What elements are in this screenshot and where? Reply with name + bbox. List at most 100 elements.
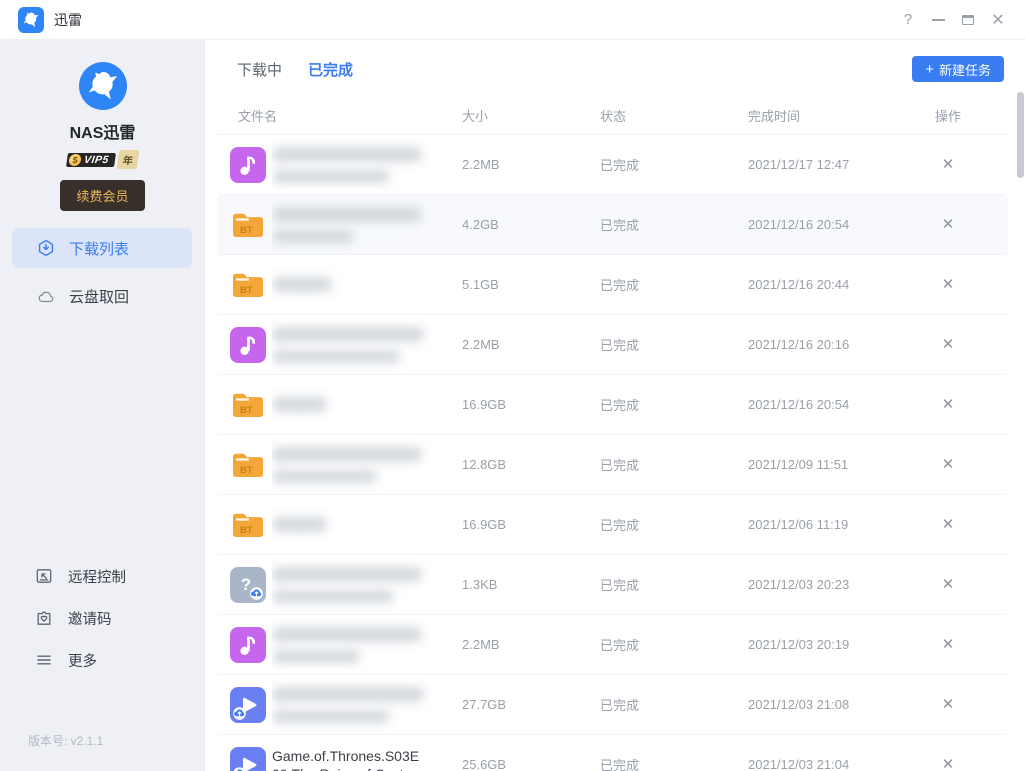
- delete-task-button[interactable]: ✕: [937, 574, 959, 596]
- file-size: 27.7GB: [462, 697, 600, 712]
- main-panel: 下载中 已完成 + 新建任务 文件名 大小 状态 完成时间 操作 2.2MB 已…: [205, 40, 1025, 771]
- vip-level: VIP5: [83, 154, 109, 166]
- invite-code-icon: [35, 609, 53, 627]
- delete-task-button[interactable]: ✕: [937, 634, 959, 656]
- file-size: 12.8GB: [462, 457, 600, 472]
- svg-text:?: ?: [241, 575, 251, 594]
- file-status: 已完成: [600, 635, 748, 654]
- sidebar-item-download-list[interactable]: 下载列表: [12, 228, 192, 268]
- file-status: 已完成: [600, 275, 748, 294]
- blurred-filename: [272, 687, 424, 702]
- tabs-row: 下载中 已完成 + 新建任务: [237, 55, 1004, 83]
- file-type-icon-cell: [230, 747, 266, 771]
- table-row[interactable]: 2.2MB 已完成 2021/12/16 20:16 ✕: [217, 315, 1008, 375]
- delete-task-button[interactable]: ✕: [937, 514, 959, 536]
- file-completed-time: 2021/12/06 11:19: [748, 517, 920, 532]
- file-name-cell: [272, 135, 462, 194]
- unknown-file-icon: ?: [230, 567, 266, 603]
- table-row[interactable]: 27.7GB 已完成 2021/12/03 21:08 ✕: [217, 675, 1008, 735]
- renew-membership-button[interactable]: 续费会员: [60, 180, 144, 211]
- help-icon[interactable]: ?: [893, 7, 923, 33]
- music-icon: [230, 327, 266, 363]
- delete-task-button[interactable]: ✕: [937, 154, 959, 176]
- music-icon: [230, 147, 266, 183]
- blurred-filename: [272, 327, 424, 342]
- bt-folder-icon: BT: [230, 447, 266, 483]
- file-name-cell: [272, 555, 462, 614]
- table-row[interactable]: BT 12.8GB 已完成 2021/12/09 11:51 ✕: [217, 435, 1008, 495]
- blurred-filename: [272, 447, 422, 462]
- sidebar: NAS迅雷 $ VIP5 年 续费会员 下载列表 云盘取回: [0, 40, 205, 771]
- file-status: 已完成: [600, 695, 748, 714]
- delete-task-button[interactable]: ✕: [937, 214, 959, 236]
- table-row[interactable]: BT 16.9GB 已完成 2021/12/16 20:54 ✕: [217, 375, 1008, 435]
- more-icon: [35, 651, 53, 669]
- svg-text:BT: BT: [240, 285, 253, 296]
- blurred-filename: [272, 710, 390, 723]
- sidebar-item-remote-control[interactable]: 远程控制: [0, 555, 205, 597]
- sidebar-item-label: 下载列表: [69, 238, 129, 259]
- sidebar-item-label: 邀请码: [68, 608, 112, 629]
- file-completed-time: 2021/12/16 20:44: [748, 277, 920, 292]
- table-row[interactable]: Game.of.Thrones.S03E09.The.Rains.of.Cast…: [217, 735, 1008, 771]
- table-row[interactable]: 2.2MB 已完成 2021/12/03 20:19 ✕: [217, 615, 1008, 675]
- tab-downloading[interactable]: 下载中: [237, 59, 282, 80]
- blurred-filename: [272, 517, 327, 532]
- delete-task-button[interactable]: ✕: [937, 394, 959, 416]
- delete-task-button[interactable]: ✕: [937, 454, 959, 476]
- scrollbar-thumb[interactable]: [1017, 92, 1024, 178]
- file-name-cell: [272, 255, 462, 314]
- minimize-icon[interactable]: [923, 7, 953, 33]
- file-name-cell: Game.of.Thrones.S03E09.The.Rains.of.Cast: [272, 735, 462, 771]
- file-completed-time: 2021/12/03 20:23: [748, 577, 920, 592]
- blurred-filename: [272, 207, 422, 222]
- file-name-cell: [272, 615, 462, 674]
- maximize-icon[interactable]: [953, 7, 983, 33]
- bt-folder-icon: BT: [230, 507, 266, 543]
- table-row[interactable]: ? 1.3KB 已完成 2021/12/03 20:23 ✕: [217, 555, 1008, 615]
- svg-text:BT: BT: [240, 225, 253, 236]
- file-status: 已完成: [600, 515, 748, 534]
- delete-task-button[interactable]: ✕: [937, 754, 959, 771]
- file-status: 已完成: [600, 215, 748, 234]
- file-type-icon-cell: BT: [230, 507, 266, 543]
- file-status: 已完成: [600, 395, 748, 414]
- table-row[interactable]: BT 4.2GB 已完成 2021/12/16 20:54 ✕: [217, 195, 1008, 255]
- file-status: 已完成: [600, 155, 748, 174]
- file-type-icon-cell: ?: [230, 567, 266, 603]
- file-size: 16.9GB: [462, 397, 600, 412]
- file-size: 1.3KB: [462, 577, 600, 592]
- sidebar-item-cloud-retrieve[interactable]: 云盘取回: [12, 276, 192, 316]
- xunlei-logo-icon: [18, 7, 44, 33]
- col-completed-time: 完成时间: [748, 106, 920, 134]
- table-row[interactable]: BT 5.1GB 已完成 2021/12/16 20:44 ✕: [217, 255, 1008, 315]
- new-task-button[interactable]: + 新建任务: [912, 56, 1004, 82]
- video-icon: [230, 747, 266, 771]
- file-type-icon-cell: BT: [230, 447, 266, 483]
- file-status: 已完成: [600, 455, 748, 474]
- sidebar-item-more[interactable]: 更多: [0, 639, 205, 681]
- file-size: 5.1GB: [462, 277, 600, 292]
- bt-folder-icon: BT: [230, 267, 266, 303]
- brand-section: NAS迅雷 $ VIP5 年 续费会员: [0, 40, 205, 211]
- file-completed-time: 2021/12/09 11:51: [748, 457, 920, 472]
- sidebar-item-invite-code[interactable]: 邀请码: [0, 597, 205, 639]
- tab-completed[interactable]: 已完成: [308, 59, 353, 80]
- remote-control-icon: [35, 567, 53, 585]
- plus-icon: +: [925, 61, 934, 78]
- table-row[interactable]: 2.2MB 已完成 2021/12/17 12:47 ✕: [217, 135, 1008, 195]
- delete-task-button[interactable]: ✕: [937, 694, 959, 716]
- table-row[interactable]: BT 16.9GB 已完成 2021/12/06 11:19 ✕: [217, 495, 1008, 555]
- close-icon[interactable]: ✕: [983, 7, 1013, 33]
- sidebar-menu: 下载列表 云盘取回: [12, 228, 192, 316]
- col-size: 大小: [462, 106, 600, 134]
- delete-task-button[interactable]: ✕: [937, 334, 959, 356]
- sidebar-item-label: 远程控制: [68, 566, 126, 587]
- file-size: 2.2MB: [462, 637, 600, 652]
- download-list-icon: [37, 239, 55, 257]
- vip-coin-icon: $: [68, 154, 82, 166]
- file-completed-time: 2021/12/16 20:54: [748, 217, 920, 232]
- col-operation: 操作: [920, 106, 976, 134]
- delete-task-button[interactable]: ✕: [937, 274, 959, 296]
- file-name-cell: [272, 195, 462, 254]
